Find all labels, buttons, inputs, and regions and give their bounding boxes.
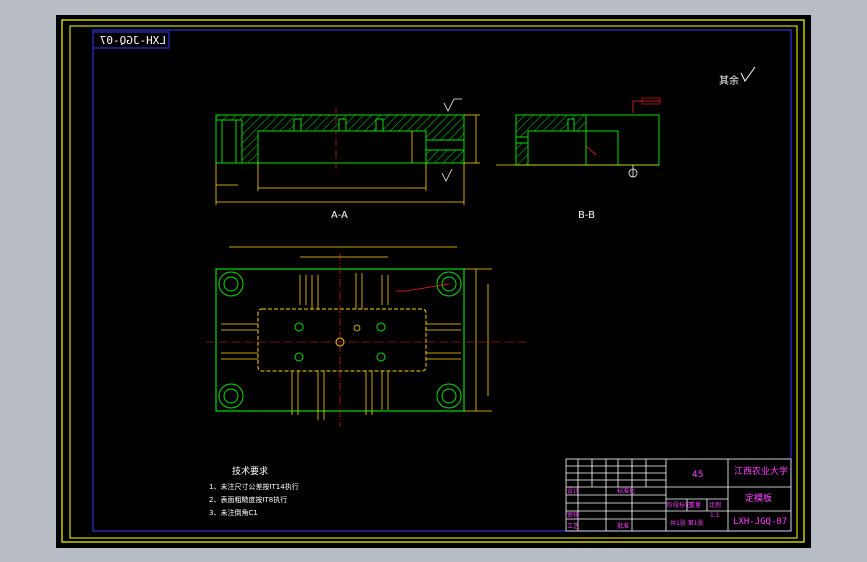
title-block-stage-label: 阶段标记 (667, 501, 691, 509)
cad-drawing: LXH-JGQ-07 其余 A-A B-B 技术要求 1、未注尺寸公差按IT14… (61, 19, 805, 543)
title-block-standard-label: 标准化 (617, 487, 635, 495)
title-block-scale-label: 比例 (709, 501, 721, 509)
section-label-b-b: B-B (578, 210, 595, 221)
section-label-a-a: A-A (331, 210, 348, 221)
outer-frame (61, 19, 805, 543)
section-a-a-view (215, 98, 480, 205)
title-block-part-name: 定模板 (745, 492, 772, 504)
mirrored-drawing-number: LXH-JGQ-07 (100, 34, 166, 47)
title-block-process-label: 工艺 (567, 522, 579, 530)
tech-requirement-3: 3、未注倒角C1 (209, 508, 258, 517)
tech-requirement-1: 1、未注尺寸公差按IT14执行 (209, 482, 299, 491)
title-block-review-label: 审核 (567, 511, 579, 519)
tech-requirement-2: 2、表面粗糙度按IT8执行 (209, 495, 287, 504)
title-block-weight-label: 重量 (689, 501, 701, 509)
roughness-note: 其余 (719, 74, 739, 87)
drawing-border (92, 29, 792, 532)
roughness-symbol (740, 66, 756, 82)
drawing-sheet: LXH-JGQ-07 其余 A-A B-B 技术要求 1、未注尺寸公差按IT14… (56, 15, 811, 548)
title-block-scale: 1:1 (710, 512, 720, 519)
title-block-drawing-no: LXH-JGQ-07 (733, 517, 787, 527)
title-block-approve-label: 批准 (617, 522, 629, 530)
plan-view (206, 246, 526, 427)
title-block-sheet-info: 共1张 第1张 (670, 519, 704, 527)
title-block-designer-label: 设计 (567, 487, 579, 495)
inner-border (69, 25, 798, 539)
section-b-b-view (496, 97, 661, 178)
title-block-university: 江西农业大学 (734, 465, 788, 477)
title-block-material: 45 (692, 470, 703, 480)
tech-requirements-title: 技术要求 (232, 465, 268, 477)
